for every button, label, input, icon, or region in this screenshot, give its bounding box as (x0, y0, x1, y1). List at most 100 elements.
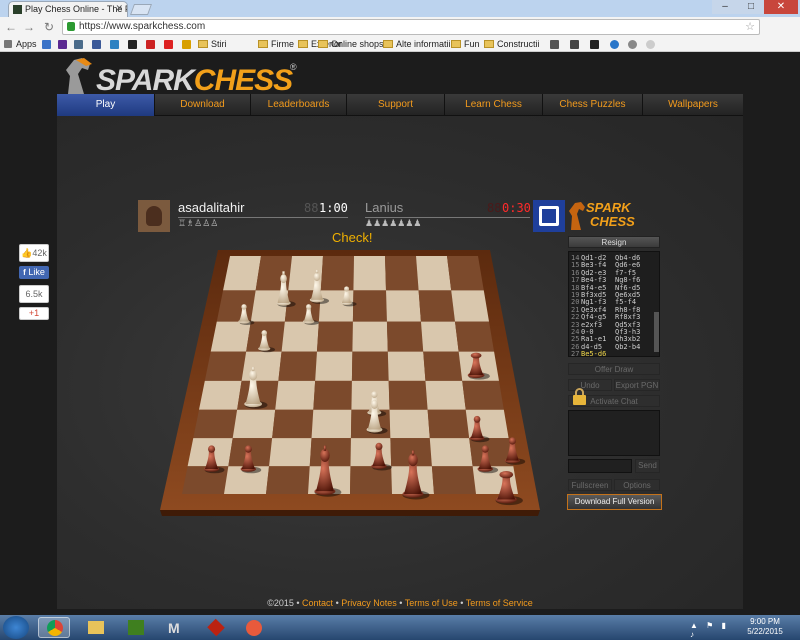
address-bar[interactable]: https://www.sparkchess.com ☆ (62, 19, 760, 35)
board-square[interactable] (193, 409, 238, 439)
footer-terms-service-link[interactable]: Terms of Service (466, 598, 533, 608)
board-square[interactable] (462, 380, 504, 410)
board-square[interactable] (198, 380, 242, 410)
board-square[interactable] (350, 438, 392, 467)
board-square[interactable] (418, 290, 455, 322)
google-icon[interactable] (42, 40, 51, 49)
yahoo-icon[interactable] (58, 40, 67, 49)
board-square[interactable] (389, 409, 430, 439)
chess-board[interactable] (160, 244, 540, 516)
facebook-like-button[interactable]: f Like (19, 266, 49, 279)
fullscreen-button[interactable]: Fullscreen (568, 479, 612, 491)
resign-button[interactable]: Resign (568, 236, 660, 248)
board-square[interactable] (429, 438, 473, 467)
site-icon[interactable] (128, 40, 137, 49)
board-square[interactable] (255, 256, 292, 291)
system-tray-icons[interactable]: ▲ ⚑ ▮ ♪ (690, 621, 736, 639)
board-square[interactable] (316, 321, 353, 352)
bookmark-folder[interactable]: Alte informatii (383, 39, 451, 50)
board-square[interactable] (309, 438, 351, 467)
board-square[interactable] (420, 321, 459, 352)
footer-terms-use-link[interactable]: Terms of Use (405, 598, 458, 608)
board-square[interactable] (275, 380, 316, 410)
site-icon[interactable] (570, 40, 579, 49)
board-square[interactable] (320, 256, 354, 291)
site-icon[interactable] (182, 40, 191, 49)
chat-input[interactable] (568, 459, 632, 473)
site-icon[interactable] (110, 40, 119, 49)
site-icon[interactable] (74, 40, 83, 49)
footer-contact-link[interactable]: Contact (302, 598, 333, 608)
nav-play[interactable]: Play (57, 94, 155, 116)
board-square[interactable] (387, 351, 426, 381)
nav-chess-puzzles[interactable]: Chess Puzzles (543, 94, 643, 116)
board-square[interactable] (315, 351, 353, 381)
options-button[interactable]: Options (614, 479, 660, 491)
move-list-scrollbar[interactable] (654, 312, 659, 352)
sparkchess-logo[interactable]: SPARKCHESS ® (60, 56, 300, 97)
app-taskbar-icon[interactable] (238, 617, 270, 638)
offer-draw-button[interactable]: Offer Draw (568, 363, 660, 375)
board-square[interactable] (216, 290, 256, 322)
board-square[interactable] (454, 321, 495, 352)
system-clock[interactable]: 9:00 PM 5/22/2015 (740, 617, 790, 637)
chrome-taskbar-icon[interactable] (38, 617, 70, 638)
start-button[interactable] (3, 616, 29, 639)
back-icon[interactable]: ← (4, 20, 18, 34)
board-square[interactable] (451, 290, 490, 322)
board-square[interactable] (269, 438, 312, 467)
board-square[interactable] (266, 466, 310, 494)
tab-close-icon[interactable]: ✕ (115, 3, 123, 14)
board-square[interactable] (386, 321, 424, 352)
site-icon[interactable] (646, 40, 655, 49)
nvidia-taskbar-icon[interactable] (120, 617, 152, 638)
board-square[interactable] (352, 290, 387, 322)
reload-icon[interactable]: ↻ (42, 20, 56, 34)
send-button[interactable]: Send (635, 459, 660, 473)
export-pgn-button[interactable]: Export PGN (614, 379, 660, 391)
app-taskbar-icon[interactable] (200, 617, 232, 638)
board-square[interactable] (204, 351, 247, 381)
nav-wallpapers[interactable]: Wallpapers (643, 94, 743, 116)
browser-tab[interactable]: Play Chess Online - The P ✕ (8, 1, 128, 17)
site-icon[interactable] (590, 40, 599, 49)
board-square[interactable] (423, 351, 463, 381)
board-square[interactable] (241, 351, 282, 381)
board-square[interactable] (311, 409, 352, 439)
board-square[interactable] (388, 380, 428, 410)
site-icon[interactable] (628, 40, 637, 49)
nav-learn-chess[interactable]: Learn Chess (445, 94, 543, 116)
board-square[interactable] (447, 256, 484, 291)
board-square[interactable] (350, 466, 392, 494)
site-icon[interactable] (164, 40, 173, 49)
footer-privacy-link[interactable]: Privacy Notes (341, 598, 397, 608)
board-square[interactable] (427, 409, 470, 439)
board-square[interactable] (425, 380, 466, 410)
minimize-button[interactable]: – (712, 0, 738, 14)
board-square[interactable] (385, 256, 419, 291)
download-full-version-button[interactable]: Download Full Version (567, 494, 662, 510)
m-app-taskbar-icon[interactable]: M (160, 617, 192, 638)
board-square[interactable] (351, 351, 389, 381)
bookmark-folder[interactable]: Online shops (318, 39, 384, 50)
bookmark-folder[interactable]: Constructii (484, 39, 540, 50)
forward-icon[interactable]: → (22, 20, 36, 34)
site-icon[interactable] (146, 40, 155, 49)
bookmark-apps[interactable]: Apps (16, 39, 37, 50)
board-square[interactable] (416, 256, 452, 291)
board-square[interactable] (353, 256, 387, 291)
board-square[interactable] (386, 290, 421, 322)
bookmark-folder[interactable]: Stiri (198, 39, 227, 50)
board-square[interactable] (278, 351, 317, 381)
nav-support[interactable]: Support (347, 94, 445, 116)
board-square[interactable] (210, 321, 251, 352)
bookmark-folder[interactable]: Fun (451, 39, 480, 50)
board-square[interactable] (352, 321, 388, 352)
nav-download[interactable]: Download (155, 94, 251, 116)
board-square[interactable] (281, 321, 319, 352)
board-square[interactable] (431, 466, 476, 494)
board-square[interactable] (313, 380, 352, 410)
board-square[interactable] (351, 380, 390, 410)
google-plus-button[interactable]: +1 (19, 307, 49, 320)
nav-leaderboards[interactable]: Leaderboards (251, 94, 347, 116)
